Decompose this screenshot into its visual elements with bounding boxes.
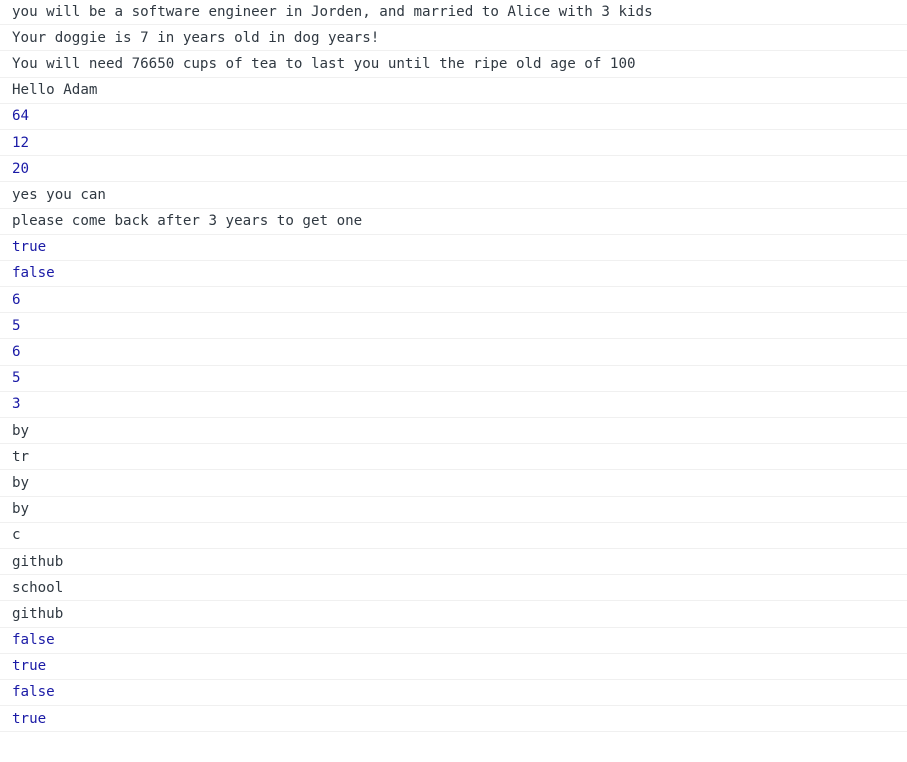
console-message-text: by	[12, 474, 30, 491]
console-message-text: github	[12, 553, 64, 570]
console-message-text: false	[12, 632, 55, 649]
console-message-text: true	[12, 239, 47, 256]
console-message-text: github	[12, 605, 64, 622]
console-message-text: Your doggie is 7 in years old in dog yea…	[12, 29, 380, 46]
console-message-text: You will need 76650 cups of tea to last …	[12, 55, 636, 72]
console-message[interactable]: true	[0, 654, 907, 680]
console-message[interactable]: by	[0, 470, 907, 497]
console-message[interactable]: yes you can	[0, 182, 907, 209]
console-message-text: yes you can	[12, 186, 106, 203]
console-message[interactable]: 20	[0, 156, 907, 183]
console-message-text: 3	[12, 396, 21, 413]
console-message[interactable]: 6	[0, 287, 907, 314]
console-output: you will be a software engineer in Jorde…	[0, 0, 907, 762]
console-message[interactable]: please come back after 3 years to get on…	[0, 209, 907, 235]
console-message-text: you will be a software engineer in Jorde…	[12, 4, 653, 21]
console-message-text: true	[12, 658, 47, 675]
console-message-text: please come back after 3 years to get on…	[12, 213, 363, 230]
console-message-text: 5	[12, 317, 21, 334]
console-message-text: 12	[12, 134, 30, 151]
console-message-text: false	[12, 684, 55, 701]
console-message[interactable]: school	[0, 575, 907, 602]
console-message-text: by	[12, 422, 30, 439]
console-message[interactable]: github	[0, 549, 907, 576]
console-message[interactable]: 12	[0, 130, 907, 157]
console-message[interactable]: Your doggie is 7 in years old in dog yea…	[0, 25, 907, 52]
console-message-text: by	[12, 501, 30, 518]
console-message-text: c	[12, 527, 21, 544]
console-message[interactable]: true	[0, 235, 907, 261]
console-message[interactable]: You will need 76650 cups of tea to last …	[0, 51, 907, 78]
console-message-text: 64	[12, 108, 30, 125]
console-message[interactable]: 64	[0, 104, 907, 130]
console-message[interactable]: false	[0, 680, 907, 707]
console-message-text: Hello Adam	[12, 82, 98, 99]
console-message[interactable]: 5	[0, 366, 907, 392]
console-message[interactable]: tr	[0, 444, 907, 471]
console-message-text: true	[12, 710, 47, 727]
console-message[interactable]: Hello Adam	[0, 78, 907, 104]
console-message-text: tr	[12, 448, 30, 465]
console-message-text: 6	[12, 344, 21, 361]
console-message[interactable]: you will be a software engineer in Jorde…	[0, 0, 907, 26]
console-message-text: 20	[12, 160, 30, 177]
console-message[interactable]: c	[0, 523, 907, 549]
console-message-text: false	[12, 265, 55, 282]
console-message[interactable]: false	[0, 261, 907, 288]
console-message-text: school	[12, 579, 64, 596]
console-message[interactable]: true	[0, 706, 907, 733]
console-message[interactable]: 5	[0, 313, 907, 340]
console-message[interactable]: github	[0, 601, 907, 628]
console-message[interactable]: 3	[0, 392, 907, 418]
console-message[interactable]: false	[0, 628, 907, 654]
console-message-text: 5	[12, 370, 21, 387]
console-message[interactable]: by	[0, 418, 907, 445]
console-message-text: 6	[12, 291, 21, 308]
console-message[interactable]: by	[0, 497, 907, 523]
console-message[interactable]: 6	[0, 339, 907, 366]
